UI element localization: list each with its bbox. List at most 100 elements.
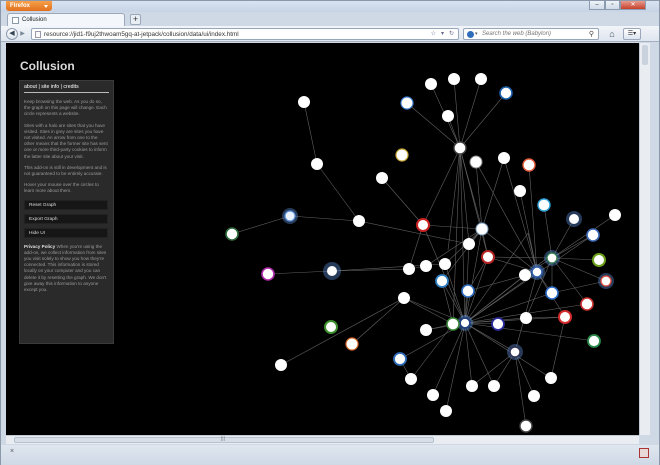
site-node[interactable] bbox=[498, 152, 510, 164]
site-node[interactable] bbox=[440, 405, 452, 417]
bookmark-star-icon[interactable]: ☆ bbox=[431, 29, 436, 40]
minimize-button[interactable]: – bbox=[589, 1, 605, 10]
search-bar[interactable]: ▾ Search the web (Babylon) ⚲ bbox=[463, 28, 599, 40]
firefox-menu-button[interactable]: Firefox bbox=[6, 1, 52, 11]
home-button[interactable]: ⌂ bbox=[605, 28, 619, 40]
close-addon-bar-button[interactable]: × bbox=[10, 448, 14, 455]
site-node[interactable] bbox=[569, 214, 579, 224]
site-node[interactable] bbox=[425, 78, 437, 90]
site-node[interactable] bbox=[395, 148, 409, 162]
scrollbar-thumb[interactable] bbox=[642, 45, 648, 65]
hide-ui-button[interactable]: Hide UI bbox=[24, 227, 108, 238]
panel-nav: about | site info | credits bbox=[24, 84, 109, 93]
close-window-button[interactable]: ✕ bbox=[620, 1, 646, 10]
site-node[interactable] bbox=[528, 390, 540, 402]
site-node[interactable] bbox=[481, 250, 495, 264]
site-node[interactable] bbox=[558, 310, 572, 324]
site-node[interactable] bbox=[520, 312, 532, 324]
addon-status-icon[interactable] bbox=[639, 448, 649, 458]
site-node[interactable] bbox=[298, 96, 310, 108]
export-graph-button[interactable]: Export Graph bbox=[24, 213, 108, 224]
page-title: Collusion bbox=[20, 59, 75, 73]
site-node[interactable] bbox=[545, 372, 557, 384]
bookmarks-button[interactable]: ☰▾ bbox=[623, 28, 641, 40]
vertical-scrollbar[interactable] bbox=[639, 43, 650, 435]
site-node[interactable] bbox=[446, 317, 460, 331]
site-node[interactable] bbox=[459, 317, 471, 329]
site-node[interactable] bbox=[466, 380, 478, 392]
maximize-button[interactable]: ▫ bbox=[605, 1, 620, 10]
site-node[interactable] bbox=[353, 215, 365, 227]
credits-link[interactable]: credits bbox=[63, 84, 78, 90]
site-node[interactable] bbox=[509, 346, 521, 358]
site-node[interactable] bbox=[537, 198, 551, 212]
site-node[interactable] bbox=[475, 222, 489, 236]
reset-graph-button[interactable]: Reset Graph bbox=[24, 199, 108, 210]
privacy-policy-title[interactable]: Privacy Policy bbox=[24, 244, 55, 249]
site-node[interactable] bbox=[531, 266, 543, 278]
site-node[interactable] bbox=[311, 158, 323, 170]
tab-collusion[interactable]: Collusion bbox=[7, 13, 125, 26]
site-node[interactable] bbox=[405, 373, 417, 385]
site-node[interactable] bbox=[587, 334, 601, 348]
site-node[interactable] bbox=[463, 238, 475, 250]
site-node[interactable] bbox=[469, 155, 483, 169]
scrollbar-grip-icon: ||| bbox=[221, 436, 225, 442]
site-node[interactable] bbox=[442, 110, 454, 122]
site-node[interactable] bbox=[420, 260, 432, 272]
site-info-link[interactable]: site info bbox=[41, 84, 59, 90]
site-node[interactable] bbox=[491, 317, 505, 331]
reload-icon[interactable]: ↻ bbox=[449, 29, 454, 40]
chevron-down-icon[interactable]: ▾ bbox=[475, 29, 478, 40]
site-node[interactable] bbox=[324, 320, 338, 334]
site-node[interactable] bbox=[327, 266, 337, 276]
new-tab-button[interactable]: + bbox=[130, 14, 141, 25]
site-node[interactable] bbox=[546, 252, 558, 264]
site-node[interactable] bbox=[514, 185, 526, 197]
site-node[interactable] bbox=[400, 96, 414, 110]
site-node[interactable] bbox=[225, 227, 239, 241]
back-button[interactable]: ◀ bbox=[6, 28, 18, 40]
site-node[interactable] bbox=[519, 419, 533, 433]
site-node[interactable] bbox=[439, 258, 451, 270]
site-node[interactable] bbox=[580, 297, 594, 311]
site-node[interactable] bbox=[393, 352, 407, 366]
site-node[interactable] bbox=[376, 172, 388, 184]
site-node[interactable] bbox=[284, 210, 296, 222]
site-node[interactable] bbox=[519, 269, 531, 281]
site-node[interactable] bbox=[586, 228, 600, 242]
history-dropdown-icon[interactable]: ▾ bbox=[441, 29, 444, 40]
firefox-menu-label: Firefox bbox=[10, 3, 31, 9]
site-node[interactable] bbox=[420, 324, 432, 336]
site-node[interactable] bbox=[475, 73, 487, 85]
about-link[interactable]: about bbox=[24, 84, 37, 90]
dev-paragraph: This add-on is still in development and … bbox=[24, 164, 107, 177]
url-bar[interactable]: resource://jid1-f9uj2thwoam5gq-at-jetpac… bbox=[31, 28, 459, 40]
site-node[interactable] bbox=[545, 286, 559, 300]
site-node[interactable] bbox=[592, 253, 606, 267]
forward-button[interactable]: ▶ bbox=[18, 30, 27, 39]
site-node[interactable] bbox=[403, 263, 415, 275]
site-node[interactable] bbox=[345, 337, 359, 351]
site-node[interactable] bbox=[448, 73, 460, 85]
site-node[interactable] bbox=[499, 86, 513, 100]
search-icon[interactable]: ⚲ bbox=[589, 29, 594, 40]
site-node[interactable] bbox=[416, 218, 430, 232]
privacy-policy: Privacy Policy When you're using the add… bbox=[24, 244, 109, 294]
site-node[interactable] bbox=[453, 141, 467, 155]
info-panel: about | site info | credits Keep browsin… bbox=[19, 80, 114, 344]
site-node[interactable] bbox=[435, 274, 449, 288]
site-node[interactable] bbox=[609, 209, 621, 221]
horizontal-scrollbar[interactable]: ||| bbox=[6, 435, 639, 444]
site-node[interactable] bbox=[522, 158, 536, 172]
site-node[interactable] bbox=[600, 275, 612, 287]
search-engine-icon[interactable] bbox=[467, 31, 474, 38]
site-node[interactable] bbox=[427, 389, 439, 401]
site-node[interactable] bbox=[461, 284, 475, 298]
site-node[interactable] bbox=[261, 267, 275, 281]
navigation-bar: ◀ ▶ resource://jid1-f9uj2thwoam5gq-at-je… bbox=[1, 26, 659, 42]
site-node[interactable] bbox=[488, 380, 500, 392]
site-node[interactable] bbox=[275, 359, 287, 371]
page-icon bbox=[35, 31, 41, 38]
site-node[interactable] bbox=[398, 292, 410, 304]
